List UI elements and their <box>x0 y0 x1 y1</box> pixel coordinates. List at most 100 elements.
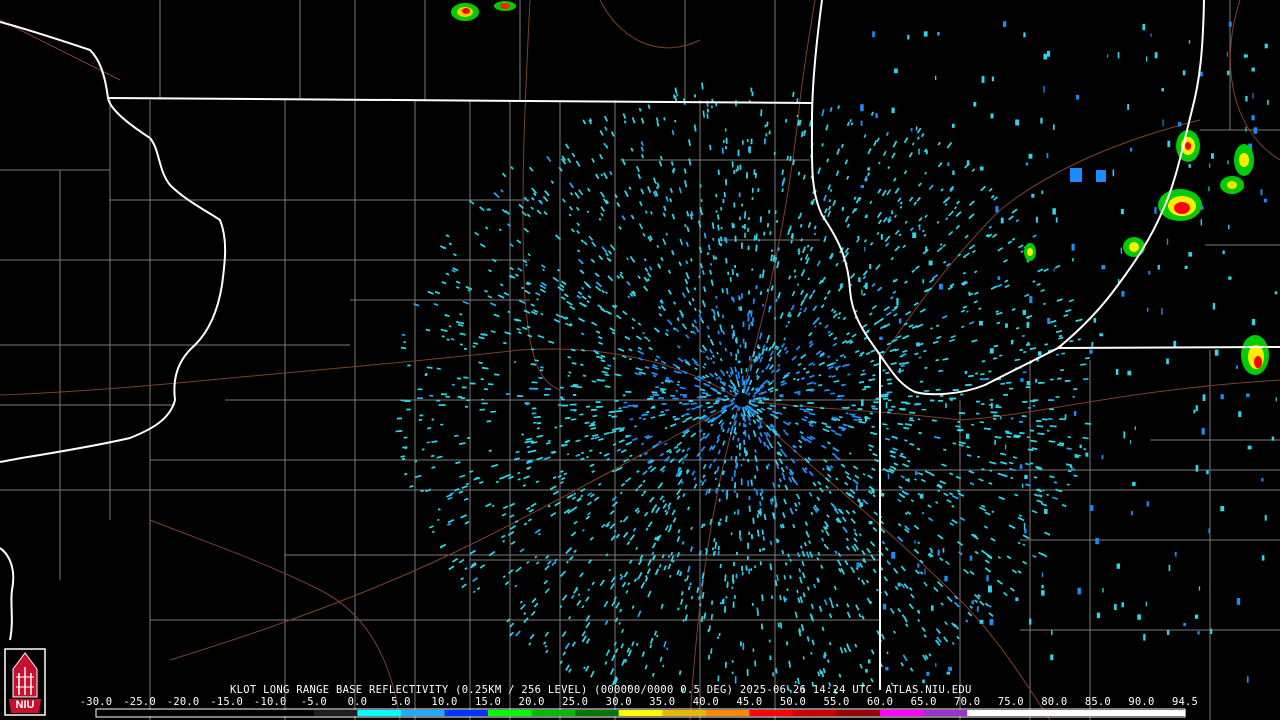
echo-pixel <box>751 400 755 403</box>
echo-pixel <box>1030 400 1036 402</box>
echo-pixel <box>721 398 725 401</box>
echo-pixel <box>731 222 734 229</box>
echo-pixel <box>573 409 577 412</box>
echo-pixel <box>938 400 943 402</box>
echo-pixel <box>717 172 720 175</box>
echo-pixel <box>799 404 803 407</box>
echo-pixel <box>1049 408 1054 411</box>
echo-pixel <box>722 199 725 204</box>
echo-pixel <box>740 642 742 645</box>
echo-pixel <box>995 406 1002 409</box>
echo-pixel <box>419 414 424 417</box>
echo-pixel <box>747 312 750 317</box>
echo-pixel <box>1021 415 1027 418</box>
echo-pixel <box>697 396 704 399</box>
echo-pixel <box>759 548 762 552</box>
echo-pixel <box>738 422 741 426</box>
echo-pixel <box>741 203 743 207</box>
echo-pixel <box>1022 401 1028 403</box>
echo-pixel <box>1027 407 1031 409</box>
echo-pixel <box>768 130 771 135</box>
echo-pixel <box>658 397 665 399</box>
echo-pixel <box>975 372 979 375</box>
echo-pixel <box>750 138 753 145</box>
echo-pixel <box>525 403 529 406</box>
echo-pixel <box>738 360 741 363</box>
echo-pixel <box>743 431 745 435</box>
echo-pixel <box>930 399 934 402</box>
echo-pixel <box>846 412 849 415</box>
echo-pixel <box>725 596 728 599</box>
echo-pixel <box>722 140 725 143</box>
echo-pixel <box>740 478 743 486</box>
echo-pixel <box>1000 382 1006 385</box>
echo-pixel <box>1009 387 1014 390</box>
echo-pixel <box>725 146 727 150</box>
echo-pixel <box>672 397 679 400</box>
echo-pixel <box>750 87 753 92</box>
echo-pixel <box>754 172 757 179</box>
echo-pixel <box>445 395 450 398</box>
echo-pixel <box>742 338 745 344</box>
echo-pixel <box>567 374 570 377</box>
echo-pixel <box>1050 378 1054 381</box>
echo-pixel <box>436 399 441 402</box>
echo-pixel <box>764 124 767 128</box>
echo-pixel <box>543 394 550 396</box>
echo-pixel <box>1073 388 1078 390</box>
echo-pixel <box>992 417 997 420</box>
echo-pixel <box>633 405 638 408</box>
echo-pixel <box>736 551 738 555</box>
echo-pixel <box>737 165 739 171</box>
echo-pixel <box>735 573 738 579</box>
echo-pixel <box>711 99 714 102</box>
echo-pixel <box>429 394 434 397</box>
echo-pixel <box>754 565 756 568</box>
echo-pixel <box>747 542 750 549</box>
echo-pixel <box>754 660 757 667</box>
echo-pixel <box>1048 399 1055 401</box>
echo-pixel <box>741 565 743 571</box>
echo-pixel <box>466 399 470 401</box>
echo-pixel <box>976 400 980 403</box>
echo-pixel <box>1018 420 1023 423</box>
echo-pixel <box>739 537 742 541</box>
echo-pixel <box>424 374 428 377</box>
echo-pixel <box>888 399 892 402</box>
echo-pixel <box>531 412 537 415</box>
echo-pixel <box>742 642 745 650</box>
echo-pixel <box>747 245 750 251</box>
echo-pixel <box>517 395 523 398</box>
echo-pixel <box>748 531 751 535</box>
echo-pixel <box>957 421 960 423</box>
echo-pixel <box>623 401 627 404</box>
echo-pixel <box>751 268 754 271</box>
echo-pixel <box>480 378 484 381</box>
echo-pixel <box>618 407 622 410</box>
echo-pixel <box>746 669 749 677</box>
echo-pixel <box>747 227 749 233</box>
echo-pixel <box>736 493 739 498</box>
echo-pixel <box>438 404 446 406</box>
echo-pixel <box>740 412 743 417</box>
echo-pixel <box>752 648 755 652</box>
echo-pixel <box>737 149 740 157</box>
echo-pixel <box>873 401 879 404</box>
echo-pixel <box>948 397 957 400</box>
echo-pixel <box>741 242 743 249</box>
echo-pixel <box>851 404 856 407</box>
echo-pixel <box>748 568 751 574</box>
echo-pixel <box>460 397 465 399</box>
echo-pixel <box>734 676 737 684</box>
echo-pixel <box>614 400 619 402</box>
echo-pixel <box>871 405 876 408</box>
echo-pixel <box>732 579 735 584</box>
echo-pixel <box>765 133 768 137</box>
echo-pixel <box>688 400 694 402</box>
echo-pixel <box>727 271 730 276</box>
echo-pixel <box>746 139 749 143</box>
echo-pixel <box>940 395 944 397</box>
echo-pixel <box>559 396 564 399</box>
echo-pixel <box>451 383 455 386</box>
echo-pixel <box>1046 429 1050 432</box>
